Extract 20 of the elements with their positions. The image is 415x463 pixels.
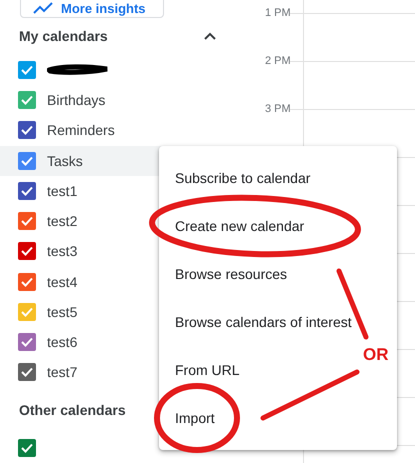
- section-title: Other calendars: [19, 402, 126, 418]
- more-insights-button[interactable]: More insights: [20, 0, 164, 18]
- calendar-name: test4: [47, 274, 78, 290]
- calendar-name: test1: [47, 182, 78, 199]
- calendar-name: test7: [47, 364, 78, 380]
- calendar-name: Birthdays: [47, 92, 106, 108]
- calendar-name: test3: [47, 243, 78, 260]
- annotation-text: OR: [363, 345, 388, 365]
- calendar-name: Reminders: [47, 122, 115, 138]
- calendar-name: Tasks: [47, 152, 83, 169]
- calendar-name: test6: [47, 334, 78, 350]
- calendar-row[interactable]: Birthdays: [0, 85, 168, 116]
- section-title: My calendars: [19, 28, 108, 44]
- menu-item[interactable]: Import: [159, 394, 219, 442]
- calendar-name: test2: [47, 213, 78, 230]
- time-label: 3 PM: [265, 103, 291, 117]
- calendar-name: test5: [47, 304, 78, 320]
- time-label: 1 PM: [265, 7, 291, 21]
- time-label: 2 PM: [265, 55, 291, 69]
- calendar-row[interactable]: Reminders: [0, 115, 168, 146]
